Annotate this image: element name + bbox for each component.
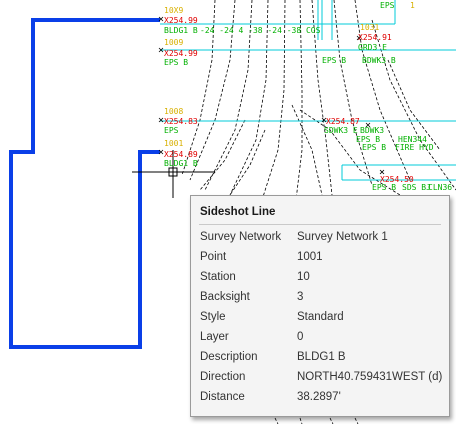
property-key: Point <box>200 251 227 263</box>
property-row: Style Standard <box>200 307 442 327</box>
description-label: EPS <box>380 1 395 10</box>
tag-label: 1031 <box>360 23 379 32</box>
tag-label: 1009 <box>164 38 183 47</box>
property-key: Station <box>200 271 236 283</box>
description-label: HEN344 <box>398 135 427 144</box>
property-value: Standard <box>297 311 344 323</box>
description-label: BLDG1 B <box>164 159 198 168</box>
description-label: BLDG1 B <box>164 26 198 35</box>
description-label: SDWK3 E <box>324 126 358 135</box>
property-key: Layer <box>200 331 229 343</box>
property-value: 38.2897' <box>297 391 341 403</box>
description-label: EPS B <box>164 58 188 67</box>
tag-label: 1008 <box>164 107 183 116</box>
property-key: Distance <box>200 391 245 403</box>
property-row: Station 10 <box>200 267 442 287</box>
elevation-label: X254.87 <box>326 117 360 126</box>
property-value: 0 <box>297 331 304 343</box>
property-key: Style <box>200 311 226 323</box>
description-label: EPS B <box>322 56 346 65</box>
property-key: Description <box>200 351 258 363</box>
description-label: BDWK3 B <box>362 56 396 65</box>
property-key: Direction <box>200 371 246 383</box>
description-label: EPS B <box>372 183 396 192</box>
property-value: Survey Network 1 <box>297 231 388 243</box>
property-value: NORTH40.759431WEST (d) <box>297 371 443 383</box>
description-label: CLN36 <box>428 183 452 192</box>
property-key: Backsight <box>200 291 250 303</box>
tooltip-title: Sideshot Line <box>200 206 276 218</box>
description-label: EPS B <box>362 143 386 152</box>
property-value: BLDG1 B <box>297 351 346 363</box>
tag-label: 1 <box>410 1 415 10</box>
property-row: Survey Network Survey Network 1 <box>200 227 442 247</box>
property-value: 1001 <box>297 251 323 263</box>
elevation-label: X254.99 <box>164 49 198 58</box>
sideshot-tooltip: Sideshot Line Survey Network Survey Netwo… <box>190 195 450 417</box>
building-outline[interactable] <box>9 18 160 349</box>
property-value: 10 <box>297 271 310 283</box>
tag-label: 10X9 <box>164 6 183 15</box>
description-label: BDWK3 <box>360 126 384 135</box>
property-row: Description BLDG1 B <box>200 347 442 367</box>
elevation-label: X254.91 <box>358 33 392 42</box>
property-row: Layer 0 <box>200 327 442 347</box>
property-row: Distance 38.2897' <box>200 387 442 407</box>
property-row: Point 1001 <box>200 247 442 267</box>
elevation-label: X254.83 <box>164 117 198 126</box>
tag-label: 1001 <box>164 139 183 148</box>
description-label: EPS <box>164 126 179 135</box>
property-value: 3 <box>297 291 304 303</box>
tooltip-divider <box>199 224 441 225</box>
description-label: SDS BJ <box>402 183 431 192</box>
description-label: FIRE HYD <box>395 143 434 152</box>
property-row: Backsight 3 <box>200 287 442 307</box>
property-row: Direction NORTH40.759431WEST (d) <box>200 367 442 387</box>
note-label: -24 -24 4 -38 -24 -38 COS <box>200 26 321 35</box>
elevation-label: X254.89 <box>164 150 198 159</box>
property-key: Survey Network <box>200 231 282 243</box>
tooltip-properties: Survey Network Survey Network 1 Point 1001… <box>200 227 442 407</box>
description-label: GRD3 E <box>358 43 387 52</box>
elevation-label: X254.99 <box>164 16 198 25</box>
